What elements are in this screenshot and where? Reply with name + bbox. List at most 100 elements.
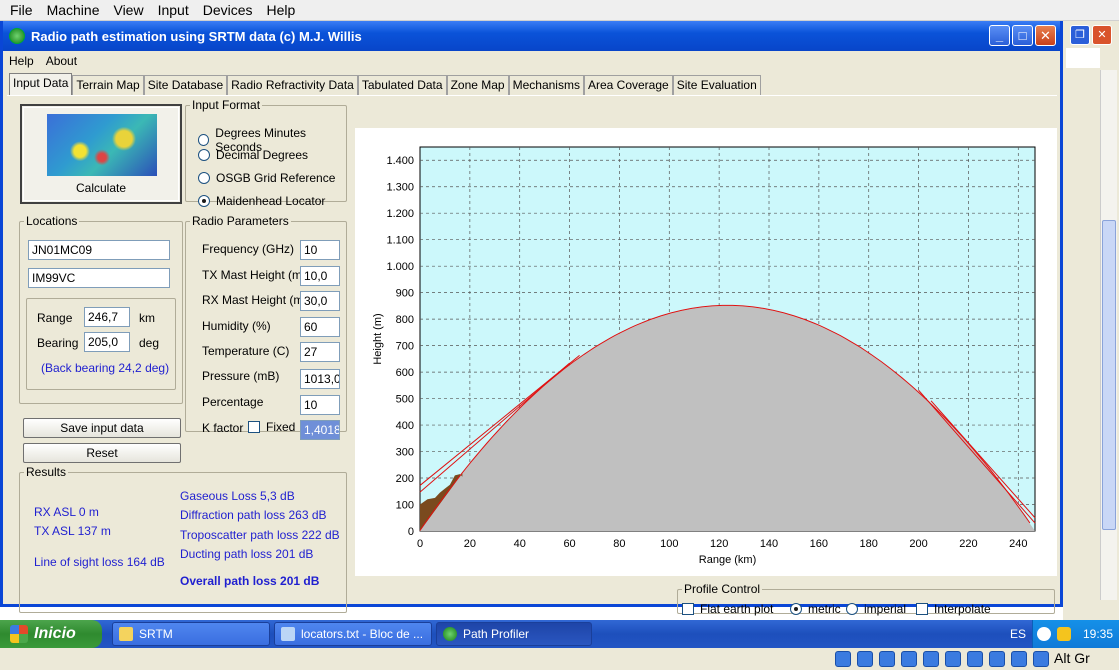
bearing-input[interactable]: 205,0 xyxy=(84,332,130,352)
overall-loss-text: Overall path loss 201 dB xyxy=(180,574,320,588)
bg-restore-button[interactable]: ❐ xyxy=(1070,25,1090,45)
y-tick-label: 800 xyxy=(396,314,414,326)
format-maidenhead-option[interactable]: Maidenhead Locator xyxy=(198,194,325,208)
tray-arrow-icon[interactable] xyxy=(1037,627,1051,641)
tab-terrain-map[interactable]: Terrain Map xyxy=(72,75,144,95)
host-menu-file[interactable]: File xyxy=(4,2,41,18)
y-tick-label: 100 xyxy=(396,500,414,512)
interpolate-option[interactable]: Interpolate xyxy=(916,602,991,616)
taskbar: Inicio SRTM locators.txt - Bloc de ... P… xyxy=(0,620,1119,648)
title-bar[interactable]: Radio path estimation using SRTM data (c… xyxy=(3,21,1060,51)
tab-tabulated-data[interactable]: Tabulated Data xyxy=(357,75,447,95)
bearing-unit: deg xyxy=(139,336,160,350)
kfactor-fixed-option[interactable]: Fixed xyxy=(248,420,295,434)
menu-about[interactable]: About xyxy=(46,54,77,68)
location2-input[interactable]: IM99VC xyxy=(28,268,170,288)
host-menu-view[interactable]: View xyxy=(107,2,151,18)
status-icon-8[interactable] xyxy=(989,651,1005,667)
percentage-label: Percentage xyxy=(202,395,264,409)
metric-label: metric xyxy=(808,602,841,616)
background-scrollbar[interactable] xyxy=(1100,70,1117,600)
menu-help[interactable]: Help xyxy=(9,54,34,68)
metric-option[interactable]: metric xyxy=(790,602,841,616)
tx-mast-input[interactable]: 10,0 xyxy=(300,266,340,286)
format-osgb-radio[interactable] xyxy=(198,172,210,184)
kfactor-input[interactable]: 1,4018 xyxy=(300,420,340,440)
save-input-button[interactable]: Save input data xyxy=(23,418,181,438)
close-button[interactable]: ✕ xyxy=(1035,25,1056,46)
y-tick-label: 1.000 xyxy=(386,261,414,273)
x-tick-label: 220 xyxy=(959,538,977,550)
tab-area-coverage[interactable]: Area Coverage xyxy=(583,75,673,95)
scrollbar-thumb[interactable] xyxy=(1102,220,1116,530)
format-osgb-option[interactable]: OSGB Grid Reference xyxy=(198,171,335,185)
status-icon-1[interactable] xyxy=(835,651,851,667)
y-tick-label: 700 xyxy=(396,341,414,353)
range-bearing-group: Range 246,7 km Bearing 205,0 deg (Back b… xyxy=(26,298,176,390)
humidity-label: Humidity (%) xyxy=(202,319,271,333)
tab-mechanisms[interactable]: Mechanisms xyxy=(508,75,584,95)
temperature-input[interactable]: 27 xyxy=(300,342,340,362)
calculate-button[interactable]: Calculate xyxy=(20,104,182,204)
task-notepad[interactable]: locators.txt - Bloc de ... xyxy=(274,622,432,646)
bg-close-button[interactable]: ✕ xyxy=(1092,25,1112,45)
rx-mast-input[interactable]: 30,0 xyxy=(300,291,340,311)
range-input[interactable]: 246,7 xyxy=(84,307,130,327)
window-title: Radio path estimation using SRTM data (c… xyxy=(31,28,362,44)
main-window: Radio path estimation using SRTM data (c… xyxy=(0,21,1063,616)
x-tick-label: 80 xyxy=(613,538,625,550)
percentage-input[interactable]: 10 xyxy=(300,395,340,415)
status-icon-4[interactable] xyxy=(901,651,917,667)
status-icon-10[interactable] xyxy=(1033,651,1049,667)
tab-radio-refractivity-data[interactable]: Radio Refractivity Data xyxy=(227,75,358,95)
imperial-radio[interactable] xyxy=(846,603,858,615)
status-icon-6[interactable] xyxy=(945,651,961,667)
security-shield-icon[interactable] xyxy=(1057,627,1071,641)
tab-zone-map[interactable]: Zone Map xyxy=(446,75,509,95)
host-menu-devices[interactable]: Devices xyxy=(197,2,261,18)
maximize-button[interactable]: □ xyxy=(1012,25,1033,46)
x-tick-label: 60 xyxy=(563,538,575,550)
format-decimal-radio[interactable] xyxy=(198,149,210,161)
location1-input[interactable]: JN01MC09 xyxy=(28,240,170,260)
metric-radio[interactable] xyxy=(790,603,802,615)
tab-site-evaluation[interactable]: Site Evaluation xyxy=(672,75,761,95)
interpolate-checkbox[interactable] xyxy=(916,603,928,615)
los-loss-text: Line of sight loss 164 dB xyxy=(34,555,165,569)
kfactor-label: K factor xyxy=(202,421,244,435)
x-tick-label: 20 xyxy=(464,538,476,550)
language-indicator[interactable]: ES xyxy=(1010,627,1026,641)
task-path-profiler[interactable]: Path Profiler xyxy=(436,622,592,646)
host-menu-machine[interactable]: Machine xyxy=(41,2,108,18)
profile-control-title: Profile Control xyxy=(684,582,761,596)
x-tick-label: 120 xyxy=(710,538,728,550)
humidity-input[interactable]: 60 xyxy=(300,317,340,337)
format-dms-radio[interactable] xyxy=(198,134,210,146)
frequency-input[interactable]: 10 xyxy=(300,240,340,260)
tab-site-database[interactable]: Site Database xyxy=(143,75,228,95)
tab-input-data[interactable]: Input Data xyxy=(9,73,73,95)
format-maidenhead-radio[interactable] xyxy=(198,195,210,207)
status-icon-5[interactable] xyxy=(923,651,939,667)
reset-button[interactable]: Reset xyxy=(23,443,181,463)
flat-earth-option[interactable]: Flat earth plot xyxy=(682,602,773,616)
y-tick-label: 1.300 xyxy=(386,182,414,194)
status-icon-2[interactable] xyxy=(857,651,873,667)
flat-earth-checkbox[interactable] xyxy=(682,603,694,615)
pressure-input[interactable]: 1013,0 xyxy=(300,369,340,389)
kfactor-fixed-checkbox[interactable] xyxy=(248,421,260,433)
host-menu-help[interactable]: Help xyxy=(261,2,304,18)
imperial-option[interactable]: imperial xyxy=(846,602,906,616)
path-profile-svg: 0 20 40 60 80 100 120 140 160 180 200 220 240 0 100 200… xyxy=(372,146,1036,566)
task-srtm[interactable]: SRTM xyxy=(112,622,270,646)
status-icon-7[interactable] xyxy=(967,651,983,667)
minimize-button[interactable]: _ xyxy=(989,25,1010,46)
format-decimal-option[interactable]: Decimal Degrees xyxy=(198,148,308,162)
clock[interactable]: 19:35 xyxy=(1083,627,1113,641)
start-button[interactable]: Inicio xyxy=(0,620,102,648)
status-icon-3[interactable] xyxy=(879,651,895,667)
host-menu-input[interactable]: Input xyxy=(152,2,197,18)
interpolate-label: Interpolate xyxy=(934,602,991,616)
y-tick-label: 1.400 xyxy=(386,155,414,167)
status-icon-9[interactable] xyxy=(1011,651,1027,667)
